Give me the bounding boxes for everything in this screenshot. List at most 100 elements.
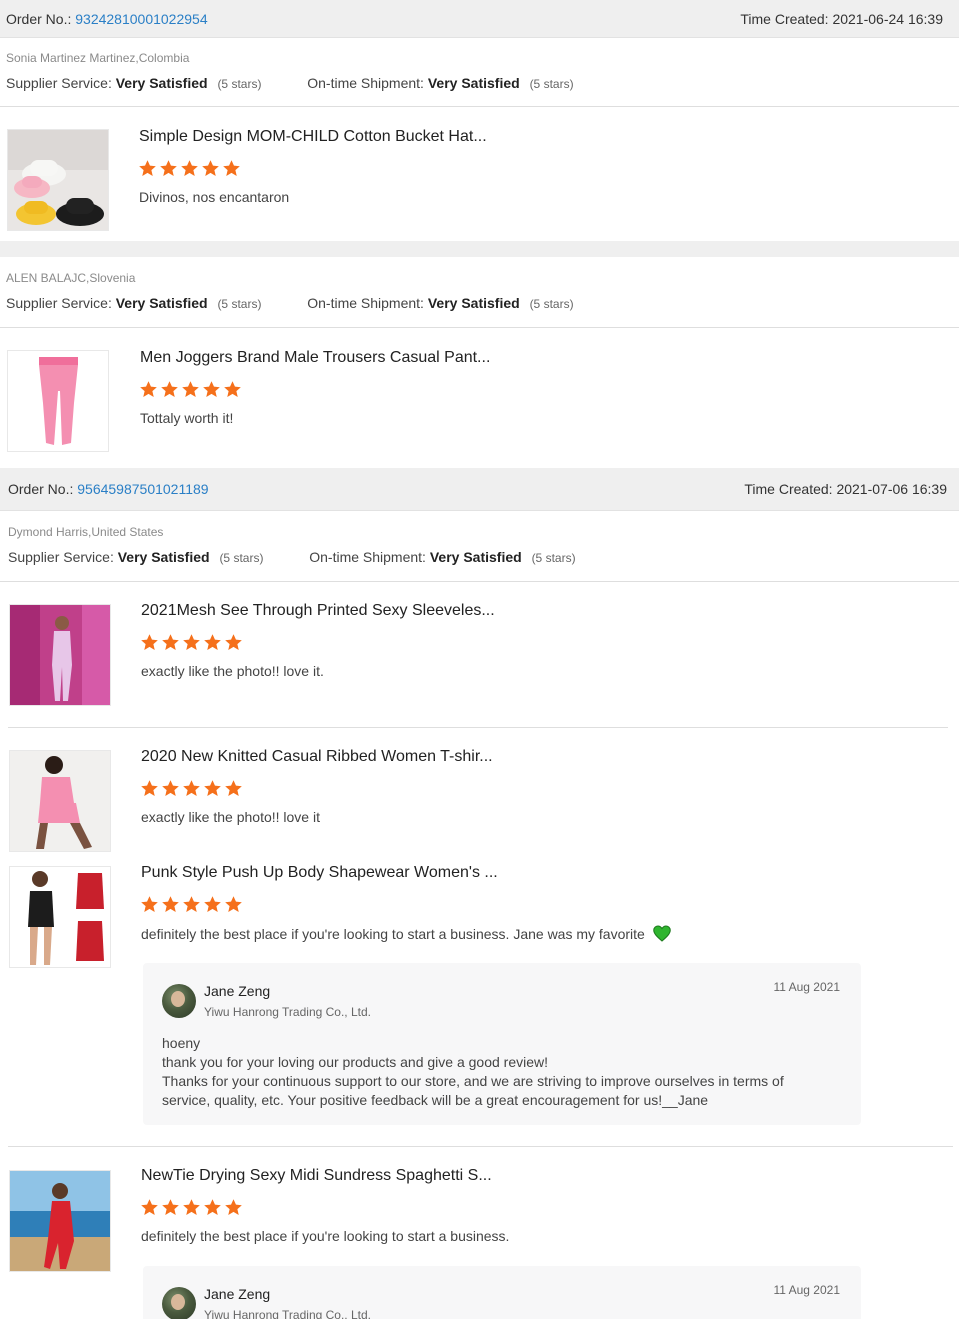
seller-name: Jane Zeng — [204, 983, 271, 999]
order-number-label: Order No.: — [8, 481, 74, 497]
order-number-label: Order No.: — [6, 10, 72, 27]
avatar — [162, 1287, 196, 1319]
star-icon — [201, 159, 220, 178]
star-icon — [182, 895, 201, 914]
product-thumbnail[interactable] — [7, 129, 109, 231]
star-icon — [224, 895, 243, 914]
star-rating — [140, 779, 243, 798]
time-created-label: Time Created: — [740, 10, 829, 27]
product-thumbnail[interactable] — [9, 604, 111, 706]
review-text: exactly like the photo!! love it — [141, 809, 320, 825]
star-icon — [140, 895, 159, 914]
time-created-value: 2021-06-24 16:39 — [832, 10, 943, 27]
product-thumbnail[interactable] — [9, 1170, 111, 1272]
supplier-service-label: Supplier Service: — [8, 549, 114, 565]
review-text: Divinos, nos encantaron — [139, 189, 290, 205]
star-icon — [138, 159, 157, 178]
shipment-stars: (5 stars) — [529, 297, 574, 311]
shipment-label: On-time Shipment: — [307, 295, 424, 311]
order-header: Order No.: 95645987501021189 Time Create… — [0, 468, 959, 511]
seller-ratings: Supplier Service: Very Satisfied (5 star… — [8, 549, 576, 565]
shipment-stars: (5 stars) — [531, 551, 576, 565]
divider — [8, 1146, 953, 1147]
divider — [0, 327, 959, 328]
product-title[interactable]: Simple Design MOM-CHILD Cotton Bucket Ha… — [139, 128, 487, 146]
seller-company: Yiwu Hanrong Trading Co., Ltd. — [204, 1308, 371, 1319]
supplier-service-label: Supplier Service: — [6, 75, 112, 91]
divider — [0, 106, 959, 107]
seller-reply: Jane Zeng Yiwu Hanrong Trading Co., Ltd.… — [143, 963, 861, 1125]
star-icon — [161, 895, 180, 914]
reply-line: service, quality, etc. Your positive fee… — [162, 1092, 709, 1108]
star-icon — [224, 1198, 243, 1217]
seller-company: Yiwu Hanrong Trading Co., Ltd. — [204, 1005, 371, 1019]
supplier-service-value: Very Satisfied — [115, 75, 208, 91]
star-rating — [139, 380, 242, 399]
product-title[interactable]: Men Joggers Brand Male Trousers Casual P… — [140, 349, 490, 367]
time-created-label: Time Created: — [744, 481, 833, 497]
buyer-name: ALEN BALAJC,Slovenia — [6, 271, 136, 285]
product-title[interactable]: 2021Mesh See Through Printed Sexy Sleeve… — [141, 602, 495, 620]
star-icon — [224, 633, 243, 652]
star-icon — [203, 895, 222, 914]
order-number-link[interactable]: 95645987501021189 — [77, 481, 208, 497]
supplier-service-label: Supplier Service: — [6, 295, 112, 311]
review-text: exactly like the photo!! love it. — [141, 663, 324, 679]
shipment-label: On-time Shipment: — [309, 549, 426, 565]
star-icon — [182, 1198, 201, 1217]
seller-ratings: Supplier Service: Very Satisfied (5 star… — [6, 295, 574, 311]
review-text: definitely the best place if you're look… — [141, 1228, 510, 1244]
shipment-stars: (5 stars) — [529, 77, 574, 91]
product-title[interactable]: Punk Style Push Up Body Shapewear Women'… — [141, 864, 498, 882]
divider — [8, 727, 948, 728]
product-thumbnail[interactable] — [9, 866, 111, 968]
shipment-label: On-time Shipment: — [307, 75, 424, 91]
star-icon — [140, 779, 159, 798]
product-title[interactable]: NewTie Drying Sexy Midi Sundress Spaghet… — [141, 1167, 492, 1185]
reply-line: thank you for your loving our products a… — [162, 1054, 549, 1070]
star-icon — [202, 380, 221, 399]
star-rating — [138, 159, 241, 178]
shipment-value: Very Satisfied — [429, 549, 522, 565]
reply-line: hoeny — [162, 1035, 201, 1051]
reply-line: Thanks for your continuous support to ou… — [162, 1073, 784, 1089]
supplier-service-stars: (5 stars) — [217, 297, 262, 311]
star-icon — [180, 159, 199, 178]
star-icon — [139, 380, 158, 399]
shipment-value: Very Satisfied — [427, 75, 520, 91]
star-icon — [182, 633, 201, 652]
product-thumbnail[interactable] — [7, 350, 109, 452]
supplier-service-value: Very Satisfied — [115, 295, 208, 311]
star-icon — [224, 779, 243, 798]
reply-date: 11 Aug 2021 — [773, 980, 840, 994]
star-icon — [223, 380, 242, 399]
avatar — [162, 984, 196, 1018]
star-rating — [140, 895, 243, 914]
order-header: Order No.: 93242810001022954 Time Create… — [0, 0, 959, 38]
seller-name: Jane Zeng — [204, 1286, 271, 1302]
supplier-service-stars: (5 stars) — [217, 77, 262, 91]
star-icon — [182, 779, 201, 798]
star-rating — [140, 1198, 243, 1217]
star-icon — [140, 633, 159, 652]
supplier-service-stars: (5 stars) — [219, 551, 264, 565]
star-icon — [203, 1198, 222, 1217]
star-icon — [161, 633, 180, 652]
star-icon — [161, 1198, 180, 1217]
shipment-value: Very Satisfied — [427, 295, 520, 311]
star-icon — [181, 380, 200, 399]
buyer-name: Dymond Harris,United States — [8, 525, 164, 539]
seller-reply: Jane Zeng Yiwu Hanrong Trading Co., Ltd.… — [143, 1266, 861, 1319]
star-icon — [203, 779, 222, 798]
product-thumbnail[interactable] — [9, 750, 111, 852]
product-title[interactable]: 2020 New Knitted Casual Ribbed Women T-s… — [141, 748, 493, 766]
order-number-link[interactable]: 93242810001022954 — [75, 11, 207, 27]
seller-ratings: Supplier Service: Very Satisfied (5 star… — [6, 75, 574, 91]
star-rating — [140, 633, 243, 652]
time-created-value: 2021-07-06 16:39 — [836, 481, 947, 497]
section-separator — [0, 241, 959, 257]
review-text: Tottaly worth it! — [140, 410, 234, 426]
supplier-service-value: Very Satisfied — [117, 549, 210, 565]
buyer-name: Sonia Martinez Martinez,Colombia — [6, 51, 190, 65]
star-icon — [222, 159, 241, 178]
